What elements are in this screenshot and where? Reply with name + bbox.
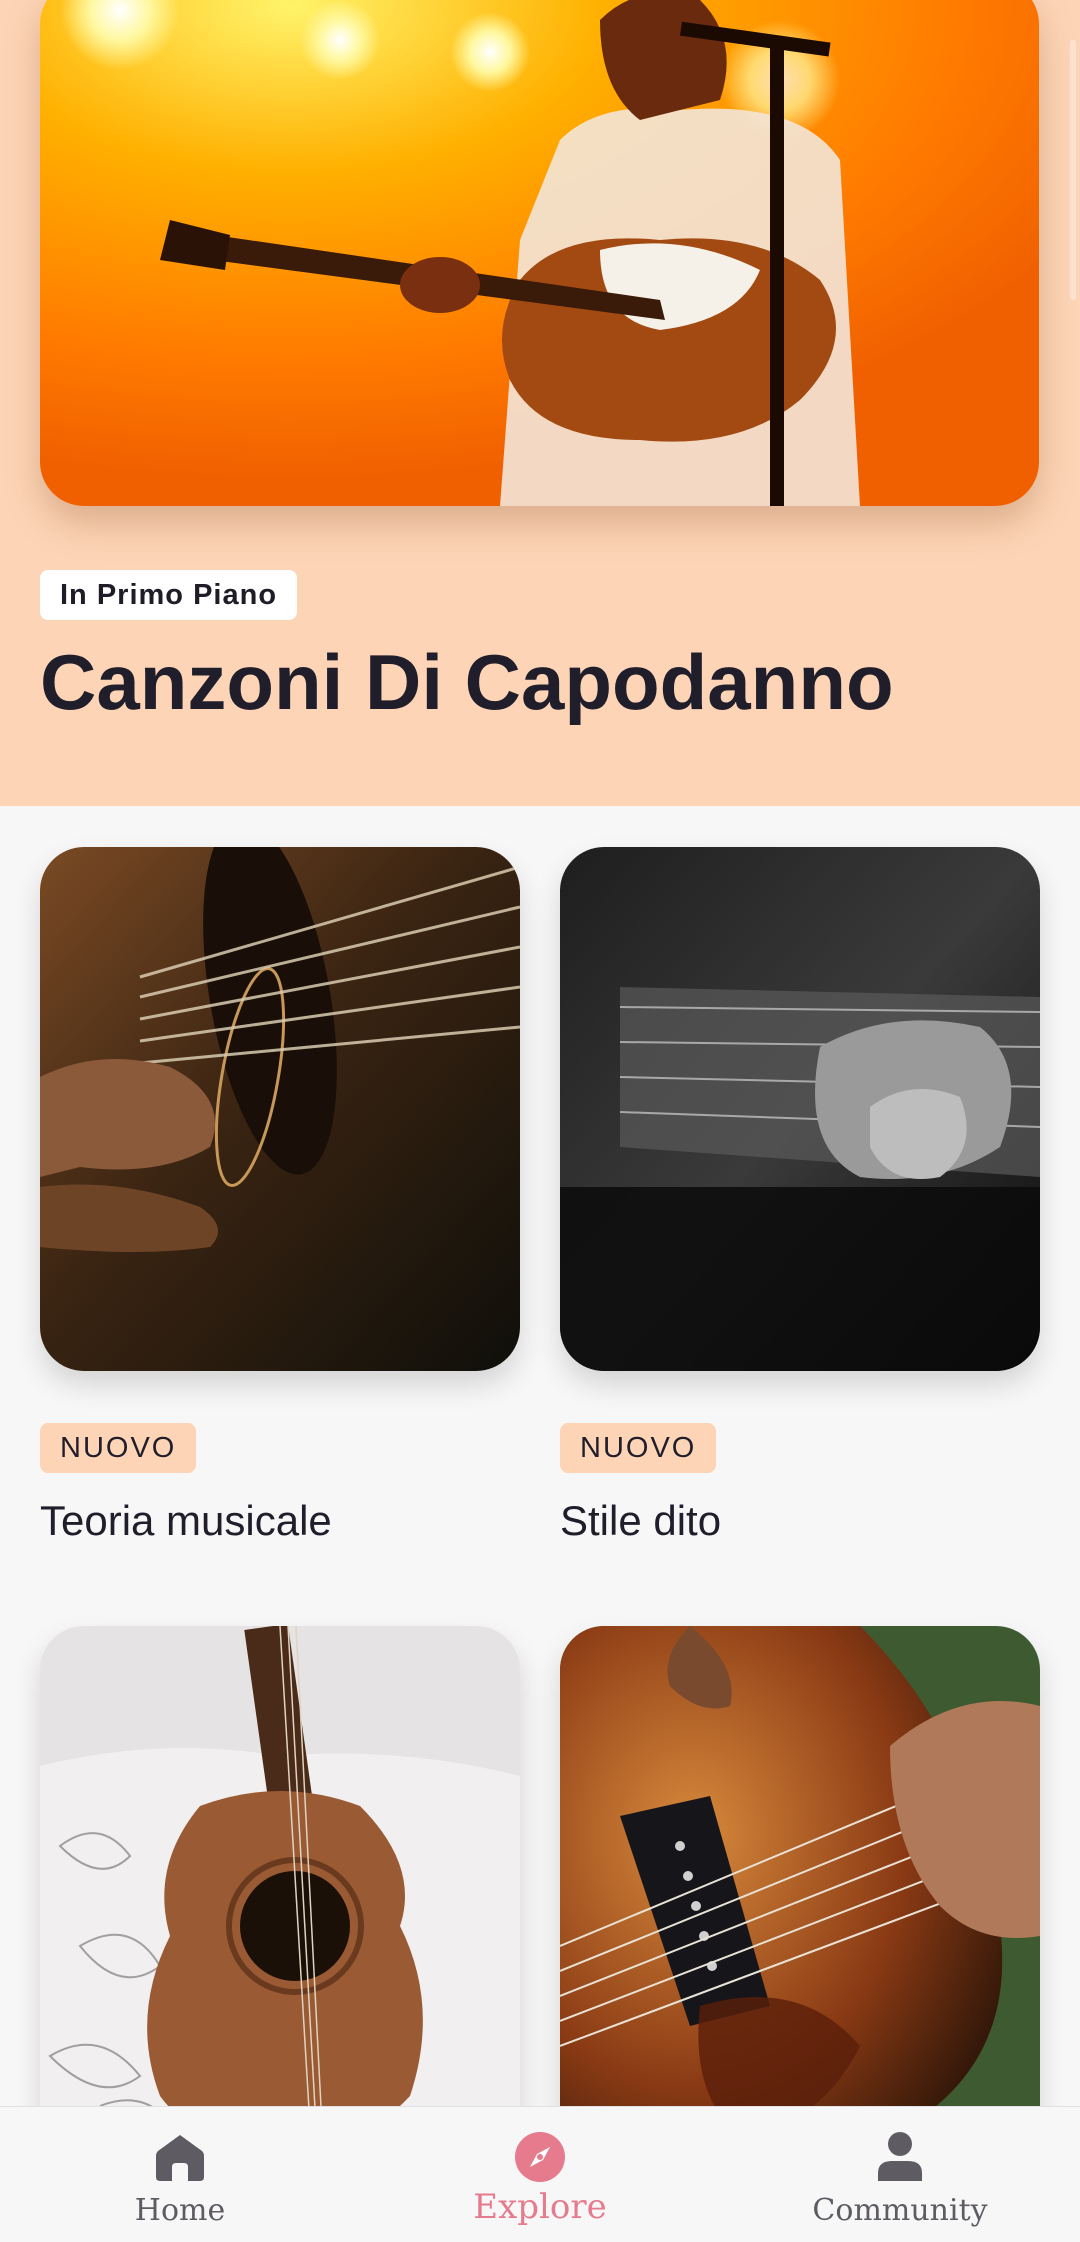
person-icon bbox=[874, 2131, 926, 2183]
acoustic-guitar-on-pillow-image bbox=[40, 1626, 520, 2150]
compass-icon bbox=[514, 2131, 566, 2183]
card-title: Stile dito bbox=[560, 1497, 722, 1544]
nav-explore[interactable]: Explore bbox=[360, 2107, 720, 2242]
featured-title: Canzoni Di Capodanno bbox=[40, 638, 894, 726]
home-icon bbox=[154, 2131, 206, 2183]
course-card-teoria-musicale[interactable]: NUOVO Teoria musicale bbox=[40, 847, 520, 1549]
featured-image[interactable] bbox=[40, 0, 1039, 506]
nav-label: Explore bbox=[473, 2187, 607, 2227]
nav-community[interactable]: Community bbox=[720, 2107, 1080, 2242]
fingerstyle-bw-image bbox=[560, 847, 1040, 1371]
featured-section[interactable]: In Primo Piano Canzoni Di Capodanno bbox=[0, 0, 1080, 806]
scroll-indicator bbox=[1070, 40, 1076, 300]
course-card[interactable] bbox=[560, 1626, 1040, 2150]
course-card-stile-dito[interactable]: NUOVO Stile dito bbox=[560, 847, 1040, 1549]
explore-screen: In Primo Piano Canzoni Di Capodanno NUOV… bbox=[0, 0, 1080, 2242]
nav-label: Home bbox=[134, 2193, 226, 2228]
concert-guitarist-image bbox=[40, 0, 1039, 506]
new-badge: NUOVO bbox=[560, 1423, 717, 1473]
card-title: Teoria musicale bbox=[40, 1497, 332, 1544]
nav-label: Community bbox=[812, 2193, 988, 2228]
nav-home[interactable]: Home bbox=[0, 2107, 360, 2242]
course-card[interactable] bbox=[40, 1626, 520, 2150]
acoustic-guitar-closeup-image bbox=[40, 847, 520, 1371]
card-image bbox=[560, 1626, 1040, 2150]
card-image bbox=[40, 847, 520, 1371]
card-image bbox=[40, 1626, 520, 2150]
electric-guitar-hands-image bbox=[560, 1626, 1040, 2150]
card-image bbox=[560, 847, 1040, 1371]
new-badge: NUOVO bbox=[40, 1423, 197, 1473]
featured-badge: In Primo Piano bbox=[40, 570, 298, 620]
bottom-navigation: Home Explore Community bbox=[0, 2106, 1080, 2242]
